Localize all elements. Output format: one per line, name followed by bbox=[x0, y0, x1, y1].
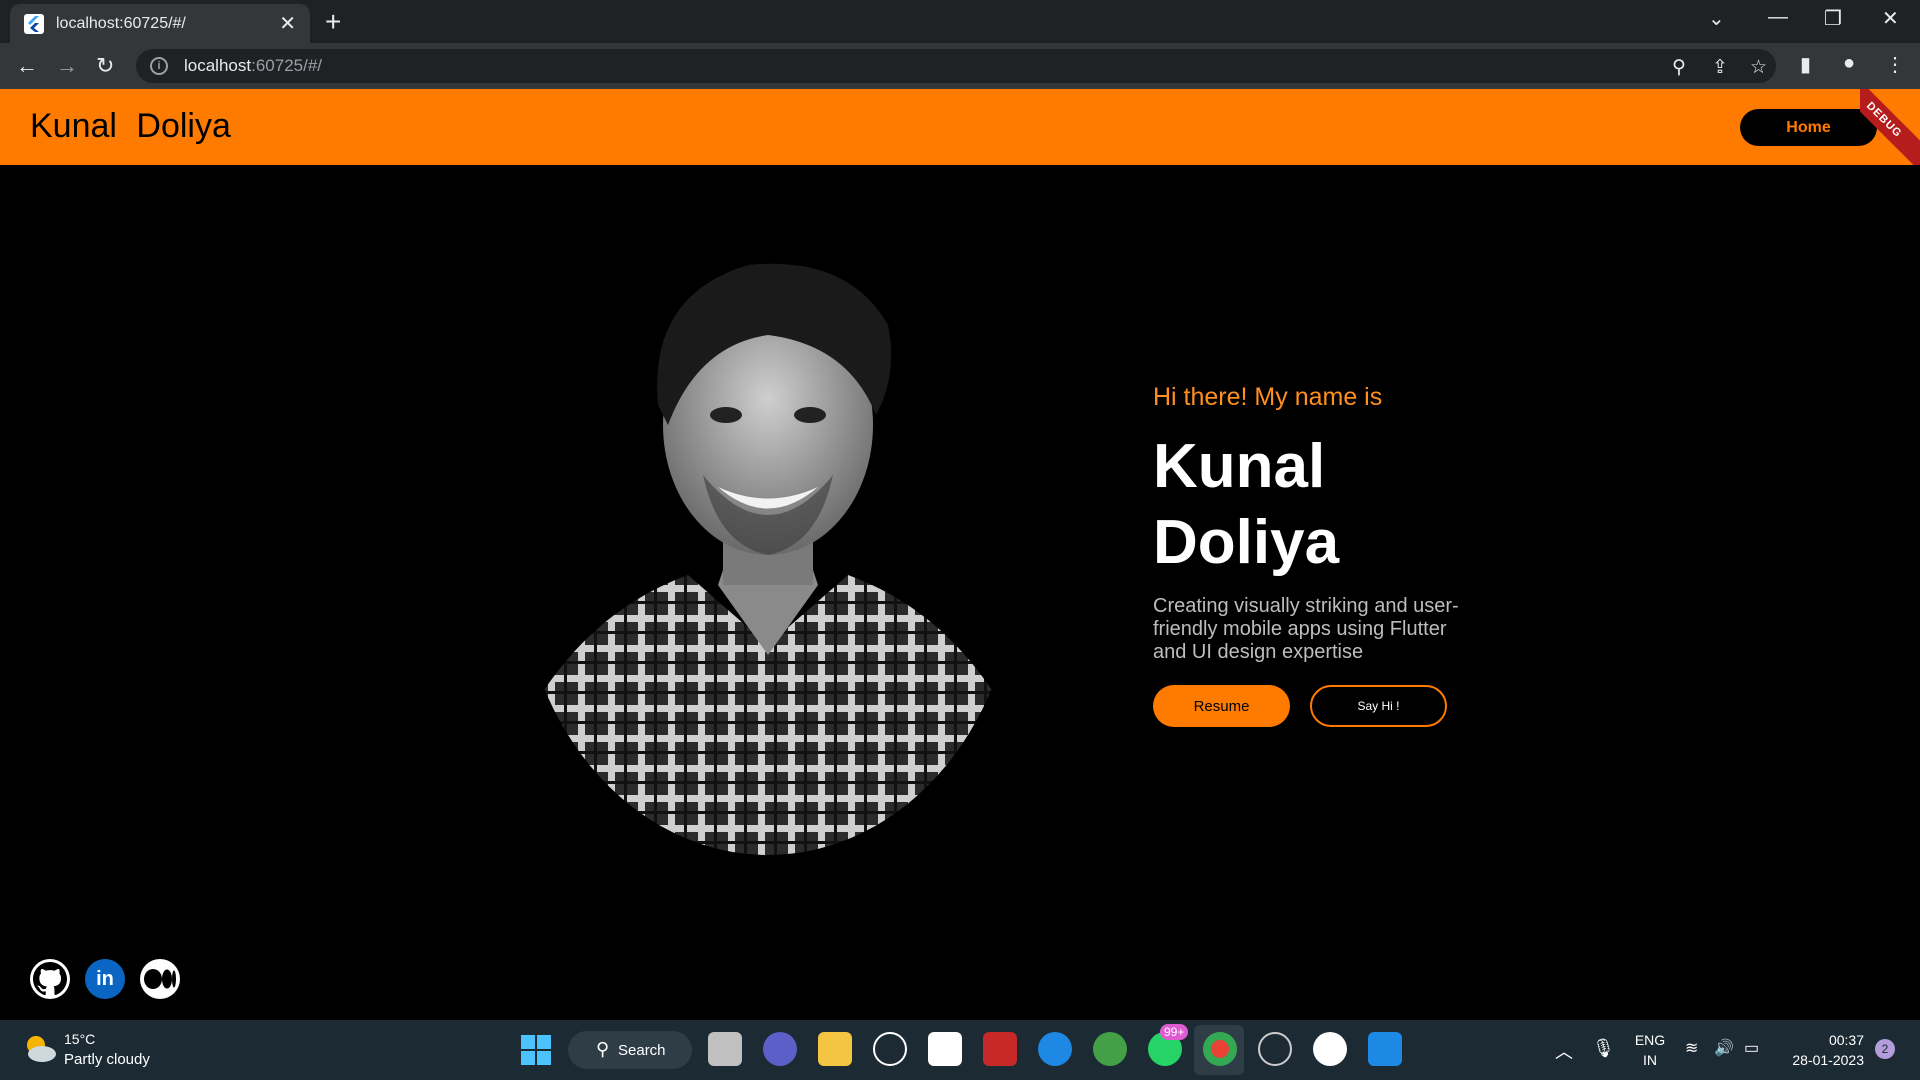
bookmark-star-icon[interactable]: ☆ bbox=[1750, 56, 1767, 79]
url-path: :60725/#/ bbox=[251, 56, 323, 75]
menu-kebab-icon[interactable]: ⋮ bbox=[1885, 52, 1905, 77]
minimize-icon[interactable]: — bbox=[1768, 6, 1788, 29]
vscode-icon[interactable] bbox=[1368, 1032, 1402, 1066]
browser-toolbar: ← → ↻ i localhost:60725/#/ ⚲ ⇪ ☆ ▮ ● ⋮ bbox=[0, 43, 1920, 89]
github-icon[interactable] bbox=[30, 959, 70, 999]
volume-icon[interactable]: 🔊 bbox=[1714, 1038, 1734, 1058]
tagline-text: Creating visually striking and user-frie… bbox=[1153, 595, 1459, 663]
whatsapp-icon[interactable]: 99+ bbox=[1148, 1024, 1189, 1066]
back-icon[interactable]: ← bbox=[16, 53, 38, 79]
address-bar[interactable]: i localhost:60725/#/ ⚲ ⇪ ☆ bbox=[136, 49, 1776, 83]
browser-tabstrip: localhost:60725/#/ ✕ + ⌄ — ❐ ✕ bbox=[0, 0, 1920, 43]
side-panel-icon[interactable]: ▮ bbox=[1800, 52, 1811, 77]
close-window-icon[interactable]: ✕ bbox=[1882, 6, 1899, 31]
site-info-icon[interactable]: i bbox=[150, 57, 168, 75]
tab-close-icon[interactable]: ✕ bbox=[279, 14, 296, 34]
url-host: localhost bbox=[184, 56, 252, 75]
task-view-icon[interactable] bbox=[708, 1032, 742, 1066]
profile-portrait bbox=[518, 255, 1018, 855]
notification-count[interactable]: 2 bbox=[1875, 1039, 1895, 1059]
brand-title: Kunal Doliya bbox=[30, 107, 231, 145]
edge-icon[interactable] bbox=[1038, 1032, 1072, 1066]
forward-icon[interactable]: → bbox=[56, 53, 78, 79]
weather-description: Partly cloudy bbox=[64, 1051, 150, 1068]
microphone-icon[interactable]: 🎙 bbox=[1592, 1038, 1615, 1059]
restore-icon[interactable]: ❐ bbox=[1824, 6, 1842, 31]
language-bottom[interactable]: IN bbox=[1632, 1052, 1668, 1068]
hero-name-first: Kunal bbox=[1153, 432, 1326, 501]
windows-taskbar: 15°C Partly cloudy ⚲ Search 99+ ︿ 🎙 ENG … bbox=[0, 1020, 1920, 1080]
app-header: Kunal Doliya Home DEBUG bbox=[0, 89, 1920, 165]
hero-name: Kunal Doliya bbox=[1153, 429, 1453, 581]
medium-icon[interactable] bbox=[140, 959, 180, 999]
windows-start-icon[interactable] bbox=[520, 1034, 552, 1066]
microsoft-store-icon[interactable] bbox=[928, 1032, 962, 1066]
chrome-icon[interactable] bbox=[1203, 1032, 1237, 1066]
hero-name-last: Doliya bbox=[1153, 508, 1340, 577]
resume-button[interactable]: Resume bbox=[1153, 685, 1290, 727]
weather-partly-cloudy-icon[interactable] bbox=[20, 1032, 58, 1066]
language-top[interactable]: ENG bbox=[1632, 1032, 1668, 1048]
profile-icon[interactable]: ● bbox=[1843, 52, 1855, 75]
weather-temperature: 15°C bbox=[64, 1031, 96, 1047]
whatsapp-badge: 99+ bbox=[1160, 1024, 1189, 1040]
share-icon[interactable]: ⇪ bbox=[1712, 56, 1728, 79]
clock-date[interactable]: 28-01-2023 bbox=[1780, 1052, 1864, 1068]
clock-time[interactable]: 00:37 bbox=[1780, 1032, 1864, 1048]
search-label: Search bbox=[618, 1041, 666, 1059]
hero-section: Hi there! My name is Kunal Doliya Creati… bbox=[0, 165, 1920, 1020]
mcafee-icon[interactable] bbox=[983, 1032, 1017, 1066]
obs-icon[interactable] bbox=[1258, 1032, 1292, 1066]
browser-tab[interactable]: localhost:60725/#/ ✕ bbox=[10, 4, 310, 43]
teams-chat-icon[interactable] bbox=[763, 1032, 797, 1066]
debug-banner: DEBUG bbox=[1860, 89, 1920, 165]
battery-icon[interactable]: ▭ bbox=[1744, 1038, 1759, 1058]
dell-icon[interactable] bbox=[873, 1032, 907, 1066]
tray-chevron-up-icon[interactable]: ︿ bbox=[1555, 1038, 1573, 1064]
flutter-favicon-icon bbox=[24, 13, 44, 34]
wifi-icon[interactable]: ≋ bbox=[1685, 1038, 1698, 1058]
file-explorer-icon[interactable] bbox=[818, 1032, 852, 1066]
reload-icon[interactable]: ↻ bbox=[96, 53, 114, 79]
linkedin-icon[interactable]: in bbox=[85, 959, 125, 999]
tab-title: localhost:60725/#/ bbox=[56, 14, 186, 32]
taskbar-search[interactable]: ⚲ Search bbox=[568, 1031, 692, 1069]
say-hi-button[interactable]: Say Hi ! bbox=[1310, 685, 1447, 727]
new-tab-icon[interactable]: + bbox=[325, 8, 341, 36]
chrome-beta-icon[interactable] bbox=[1093, 1032, 1127, 1066]
linkedin-glyph: in bbox=[96, 967, 114, 990]
greeting-text: Hi there! My name is bbox=[1153, 383, 1383, 411]
android-studio-icon[interactable] bbox=[1313, 1032, 1347, 1066]
search-icon: ⚲ bbox=[596, 1039, 610, 1059]
home-nav-button[interactable]: Home bbox=[1740, 109, 1877, 146]
debug-banner-wrap: DEBUG bbox=[1860, 89, 1920, 165]
tab-search-icon[interactable]: ⌄ bbox=[1708, 6, 1725, 31]
zoom-icon[interactable]: ⚲ bbox=[1672, 56, 1686, 79]
